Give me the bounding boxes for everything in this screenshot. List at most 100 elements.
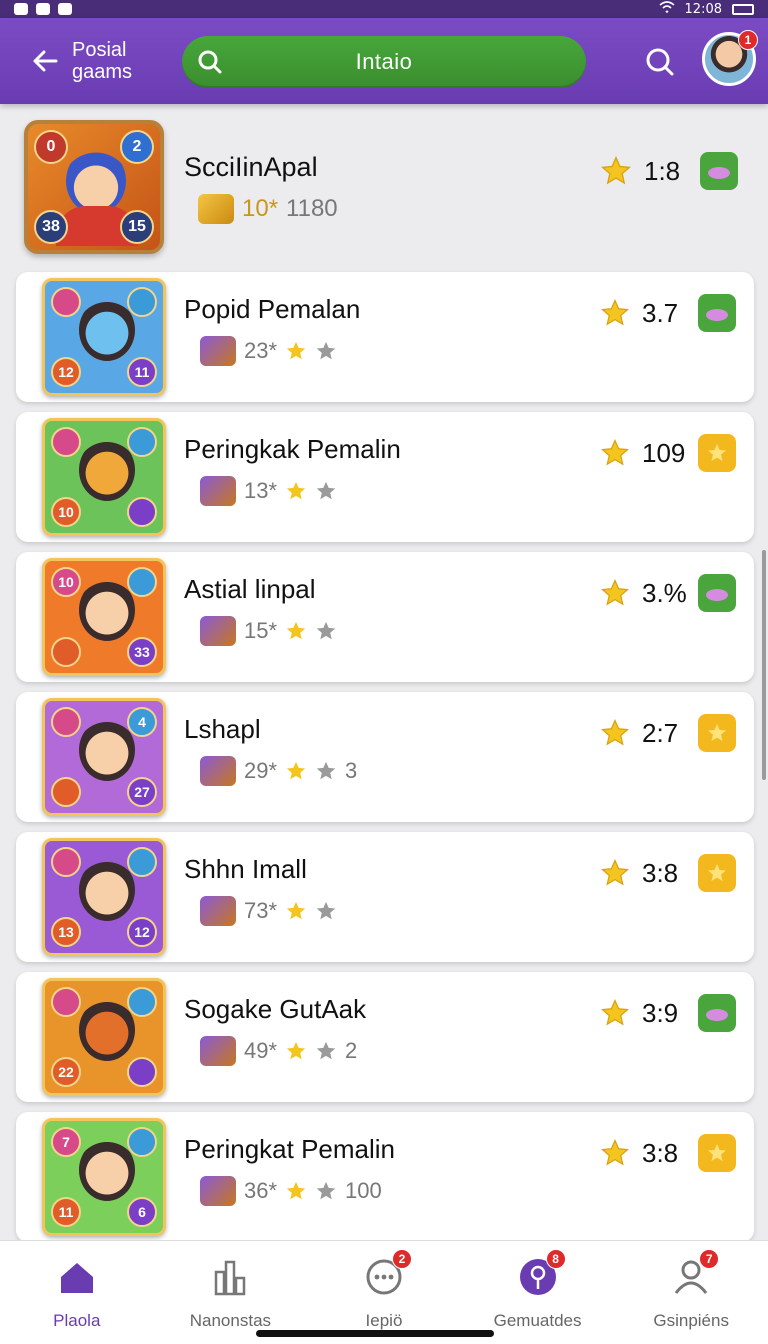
corner-badge (51, 707, 81, 737)
nav-badge: 2 (391, 1249, 412, 1269)
portrait-face (79, 719, 135, 781)
nav-label: Plaola (53, 1311, 101, 1330)
corner-badge (127, 1057, 157, 1087)
portrait-face (79, 579, 135, 641)
player-stats: 36* 100 (200, 1176, 382, 1206)
portrait-face (66, 148, 126, 214)
app-title: Posial gaams (72, 39, 133, 83)
small-star-icon (316, 1181, 336, 1200)
player-count: 73* (244, 898, 278, 923)
portrait-face (79, 439, 135, 501)
corner-badge: 13 (51, 917, 81, 947)
nav-item-0[interactable]: Plaola (0, 1241, 154, 1344)
rating: 109 (600, 434, 736, 472)
rating-value: 3.% (642, 577, 687, 608)
player-stats: 23* (200, 336, 345, 366)
player-portrait: 7 11 6 (42, 1118, 166, 1236)
player-stats: 15* (200, 616, 345, 646)
rating-value: 3:9 (642, 997, 679, 1028)
player-stats: 49* 2 (200, 1036, 357, 1066)
corner-badge (127, 847, 157, 877)
search-field[interactable]: Intaio (182, 36, 586, 88)
player-card[interactable]: 10 33 Astial linpal 15* 3.% (16, 552, 754, 682)
scrollbar[interactable] (762, 550, 766, 780)
star-icon (600, 438, 630, 466)
player-name: Peringkat Pemalin (184, 1134, 395, 1164)
user-avatar-button[interactable]: 1 (702, 30, 758, 86)
player-card[interactable]: 22 Sogake GutAak 49* 2 3:9 (16, 972, 754, 1102)
rating-value: 3:8 (642, 1137, 679, 1168)
rating-value: 2:7 (642, 717, 679, 748)
portrait-face (79, 1139, 135, 1201)
corner-badge: 33 (127, 637, 157, 667)
small-star-icon (286, 901, 306, 920)
nav-item-1[interactable]: Nanonstas (154, 1241, 308, 1344)
gem-icon (698, 854, 736, 892)
chat-icon: 2 (362, 1249, 412, 1299)
corner-badge (51, 427, 81, 457)
nav-item-2[interactable]: 2 Iepiö (307, 1241, 461, 1344)
star-icon (600, 298, 630, 326)
notification-icon (58, 3, 72, 15)
wifi-icon (659, 1, 675, 17)
rating: 3:8 (600, 1134, 736, 1172)
corner-badge: 7 (51, 1127, 81, 1157)
star-icon (600, 858, 630, 886)
back-button[interactable] (24, 40, 66, 82)
player-portrait: 13 12 (42, 838, 166, 956)
star-icon (600, 578, 630, 606)
player-name: ScciIinApal (184, 152, 318, 182)
player-count: 29* (244, 758, 278, 783)
search-button[interactable] (640, 42, 680, 82)
corner-badge: 38 (34, 210, 68, 244)
player-card[interactable]: 13 12 Shhn Imall 73* 3:8 (16, 832, 754, 962)
player-card[interactable]: 7 11 6 Peringkat Pemalin 36* 100 3:8 (16, 1112, 754, 1242)
player-card[interactable]: 12 11 Popid Pemalan 23* 3.7 (16, 272, 754, 402)
rating-value: 109 (642, 437, 686, 468)
gem-icon (700, 152, 738, 190)
corner-badge: 12 (127, 917, 157, 947)
item-icon (200, 1036, 236, 1066)
portrait-face (79, 859, 135, 921)
portrait-face (79, 299, 135, 361)
search-icon (646, 48, 674, 76)
player-portrait: 4 27 (42, 698, 166, 816)
item-icon (200, 756, 236, 786)
player-stats: 13* (200, 476, 345, 506)
corner-badge (51, 847, 81, 877)
nav-item-4[interactable]: 7 Gsinpiéns (614, 1241, 768, 1344)
corner-badge (127, 497, 157, 527)
item-icon (200, 616, 236, 646)
nav-label: Gsinpiéns (653, 1311, 729, 1330)
player-stats: 29* 3 (200, 756, 357, 786)
player-extra: 2 (345, 1038, 358, 1063)
status-time: 12:08 (684, 1, 722, 17)
player-card[interactable]: 10 Peringkak Pemalin 13* 109 (16, 412, 754, 542)
small-star-icon (286, 341, 306, 360)
bottom-navigation: Plaola Nanonstas 2 Iepiö 8 Gemuatdes 7 Gsinpién… (0, 1240, 768, 1344)
corner-badge: 10 (51, 567, 81, 597)
rating: 3:8 (600, 854, 736, 892)
notification-icon (14, 3, 28, 15)
notification-icon (36, 3, 50, 15)
player-count: 13* (244, 478, 278, 503)
gem-icon (698, 294, 736, 332)
player-points: 10* (242, 195, 279, 222)
nav-item-3[interactable]: 8 Gemuatdes (461, 1241, 615, 1344)
corner-badge (51, 777, 81, 807)
gem-icon (698, 574, 736, 612)
star-icon (600, 718, 630, 746)
player-stats: 73* (200, 896, 345, 926)
small-star-icon (316, 761, 336, 780)
corner-badge (51, 637, 81, 667)
search-text: Intaio (355, 49, 413, 74)
small-star-icon (316, 481, 336, 500)
player-card[interactable]: 4 27 Lshapl 29* 3 2:7 (16, 692, 754, 822)
corner-badge: 6 (127, 1197, 157, 1227)
player-portrait: 10 33 (42, 558, 166, 676)
player-name: Sogake GutAak (184, 994, 367, 1024)
item-icon (200, 336, 236, 366)
current-player-row[interactable]: 0 2 38 15 ScciIinApal 10* 1180 1:8 (0, 104, 768, 266)
player-portrait: 12 11 (42, 278, 166, 396)
home-indicator[interactable] (256, 1330, 494, 1337)
